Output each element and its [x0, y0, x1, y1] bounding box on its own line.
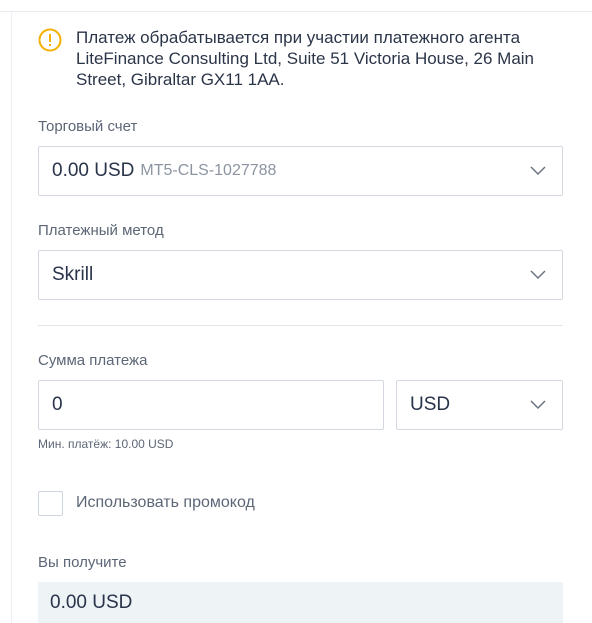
promo-label[interactable]: Использовать промокод	[76, 494, 255, 512]
receive-amount-box: 0.00 USD	[38, 582, 563, 623]
receive-label: Вы получите	[38, 554, 127, 571]
amount-label: Сумма платежа	[38, 352, 148, 369]
notice-text: Платеж обрабатывается при участии платеж…	[76, 28, 535, 89]
chevron-down-icon	[530, 270, 546, 280]
account-balance: 0.00 USD	[52, 160, 135, 181]
payment-agent-notice: Платеж обрабатывается при участии платеж…	[38, 27, 558, 90]
amount-input[interactable]: 0	[38, 380, 384, 430]
trading-account-select[interactable]: 0.00 USD MT5-CLS-1027788	[38, 146, 563, 196]
promo-checkbox[interactable]	[38, 491, 63, 516]
chevron-down-icon	[530, 166, 546, 176]
divider	[38, 325, 563, 326]
account-id: MT5-CLS-1027788	[140, 162, 277, 179]
amount-value: 0	[52, 394, 63, 415]
trading-account-label: Торговый счет	[38, 118, 138, 135]
left-edge	[0, 12, 12, 623]
payment-method-label: Платежный метод	[38, 222, 164, 239]
currency-select[interactable]: USD	[396, 380, 563, 430]
payment-method-select[interactable]: Skrill	[38, 250, 563, 300]
payment-method-value: Skrill	[52, 264, 94, 285]
min-payment-hint: Мин. платёж: 10.00 USD	[38, 437, 174, 451]
warning-circle-icon	[38, 28, 62, 52]
receive-amount: 0.00 USD	[50, 591, 133, 613]
chevron-down-icon	[530, 400, 546, 410]
top-strip	[0, 0, 592, 12]
currency-value: USD	[410, 394, 451, 415]
